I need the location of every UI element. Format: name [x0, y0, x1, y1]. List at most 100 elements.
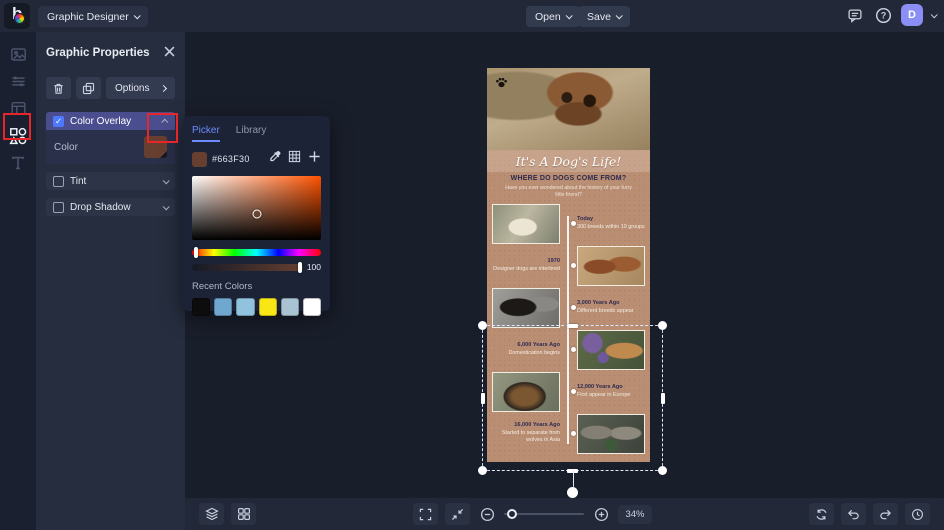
- resize-handle-bottom-left[interactable]: [478, 466, 487, 475]
- timeline-body: Started to separate from wolves in Asia: [492, 430, 560, 445]
- tint-label: Tint: [70, 176, 86, 187]
- sidebar-item-manage-layers[interactable]: [0, 68, 36, 95]
- hue-slider[interactable]: [192, 249, 321, 256]
- fit-to-screen-icon[interactable]: [445, 503, 470, 525]
- befunky-logo-icon[interactable]: b: [4, 3, 30, 29]
- history-icon[interactable]: [905, 503, 930, 525]
- timeline-row[interactable]: 6,000 Years Ago Domestication begins: [492, 330, 645, 370]
- chevron-right-icon: [160, 84, 167, 91]
- add-color-icon[interactable]: [308, 150, 321, 168]
- timeline-photo[interactable]: [577, 414, 645, 454]
- sidebar-item-templates[interactable]: [0, 95, 36, 122]
- color-overlay-section-header[interactable]: ✓ Color Overlay: [46, 112, 175, 130]
- sidebar-item-graphics[interactable]: [0, 122, 36, 149]
- timeline-row[interactable]: 16,000 Years Ago Started to separate fro…: [492, 414, 645, 454]
- tint-section-header[interactable]: Tint: [46, 172, 175, 190]
- zoom-level-badge[interactable]: 34%: [618, 505, 651, 524]
- refresh-icon[interactable]: [809, 503, 834, 525]
- hero-dog-photo[interactable]: [487, 68, 650, 150]
- poster-intro-text: Have you ever wondered about the history…: [502, 185, 636, 199]
- timeline-photo[interactable]: [492, 288, 560, 328]
- alpha-slider[interactable]: [192, 264, 303, 271]
- timeline-photo[interactable]: [492, 204, 560, 244]
- color-grid-icon[interactable]: [288, 150, 301, 168]
- gradient-cursor[interactable]: [252, 210, 261, 219]
- open-dropdown[interactable]: Open: [526, 6, 580, 27]
- chevron-up-icon: [161, 118, 168, 125]
- saturation-brightness-area[interactable]: [192, 176, 321, 240]
- sidebar-item-image-manager[interactable]: [0, 41, 36, 68]
- timeline-photo[interactable]: [577, 330, 645, 370]
- resize-handle-top-right[interactable]: [658, 321, 667, 330]
- pages-grid-icon[interactable]: [231, 503, 256, 525]
- recent-color-swatch[interactable]: [281, 298, 299, 316]
- tab-picker[interactable]: Picker: [192, 125, 220, 142]
- timeline-rows: Today 300 breeds within 10 groups 1970 D…: [487, 204, 650, 454]
- swatch-corner-triangle: [160, 151, 167, 158]
- drop-shadow-label: Drop Shadow: [70, 202, 131, 213]
- redo-icon[interactable]: [873, 503, 898, 525]
- fullscreen-icon[interactable]: [413, 503, 438, 525]
- paw-print-icon: [494, 75, 509, 94]
- eyedropper-icon[interactable]: [268, 150, 281, 168]
- drop-shadow-section-header[interactable]: Drop Shadow: [46, 198, 175, 216]
- timeline-photo[interactable]: [577, 246, 645, 286]
- zoom-in-icon[interactable]: [591, 504, 611, 524]
- options-button[interactable]: Options: [106, 77, 175, 99]
- timeline-dot: [571, 431, 576, 436]
- bottom-toolbar: 34%: [185, 498, 944, 530]
- timeline-dot: [571, 347, 576, 352]
- recent-color-swatch[interactable]: [214, 298, 232, 316]
- panel-title: Graphic Properties: [46, 47, 150, 59]
- resize-handle-bottom-right[interactable]: [658, 466, 667, 475]
- save-dropdown[interactable]: Save: [578, 6, 630, 27]
- recent-color-swatch[interactable]: [303, 298, 321, 316]
- graphic-properties-panel: Graphic Properties Options ✓ Color Overl…: [36, 32, 185, 530]
- tab-library[interactable]: Library: [236, 125, 267, 142]
- timeline-dot: [571, 389, 576, 394]
- open-label: Open: [535, 11, 561, 23]
- drop-shadow-checkbox[interactable]: [53, 202, 64, 213]
- zoom-slider-knob[interactable]: [507, 509, 517, 519]
- sidebar-item-text[interactable]: [0, 149, 36, 176]
- resize-handle-top-left[interactable]: [478, 321, 487, 330]
- recent-color-swatch[interactable]: [259, 298, 277, 316]
- duplicate-button[interactable]: [76, 77, 101, 99]
- recent-colors-label: Recent Colors: [192, 281, 321, 292]
- zoom-out-icon[interactable]: [477, 504, 497, 524]
- layers-icon[interactable]: [199, 503, 224, 525]
- app-mode-dropdown[interactable]: Graphic Designer: [38, 6, 148, 27]
- tint-checkbox[interactable]: [53, 176, 64, 187]
- poster-artboard[interactable]: It's A Dog's Life! WHERE DO DOGS COME FR…: [487, 68, 650, 462]
- undo-icon[interactable]: [841, 503, 866, 525]
- hex-value-input[interactable]: #663F30: [212, 154, 250, 164]
- avatar[interactable]: D: [901, 4, 923, 26]
- poster-title-band: It's A Dog's Life!: [487, 150, 650, 172]
- recent-color-swatch[interactable]: [192, 298, 210, 316]
- delete-button[interactable]: [46, 77, 71, 99]
- hue-slider-handle[interactable]: [194, 247, 198, 258]
- timeline-row[interactable]: Today 300 breeds within 10 groups: [492, 204, 645, 244]
- feedback-icon[interactable]: [845, 5, 865, 25]
- resize-handle-left[interactable]: [481, 393, 485, 404]
- timeline-heading: 3,000 Years Ago: [577, 300, 645, 308]
- chevron-down-icon: [163, 177, 170, 184]
- close-icon[interactable]: [164, 44, 175, 62]
- alpha-slider-handle[interactable]: [298, 262, 302, 273]
- rotation-handle[interactable]: [567, 487, 578, 498]
- color-label: Color: [54, 142, 78, 153]
- timeline-body: First appear in Europe: [577, 392, 645, 399]
- zoom-slider[interactable]: [504, 513, 584, 516]
- timeline-body: 300 breeds within 10 groups: [577, 224, 645, 231]
- resize-handle-bottom[interactable]: [567, 469, 578, 473]
- resize-handle-right[interactable]: [661, 393, 665, 404]
- recent-color-swatch[interactable]: [236, 298, 254, 316]
- account-chevron-down-icon[interactable]: [931, 11, 938, 18]
- timeline-row[interactable]: 3,000 Years Ago Different breeds appear: [492, 288, 645, 328]
- timeline-row[interactable]: 1970 Designer dogs are interbred: [492, 246, 645, 286]
- timeline-row[interactable]: 12,000 Years Ago First appear in Europe: [492, 372, 645, 412]
- timeline-photo[interactable]: [492, 372, 560, 412]
- color-overlay-swatch[interactable]: [144, 136, 167, 158]
- color-overlay-checkbox[interactable]: ✓: [53, 116, 64, 127]
- help-icon[interactable]: ?: [873, 5, 893, 25]
